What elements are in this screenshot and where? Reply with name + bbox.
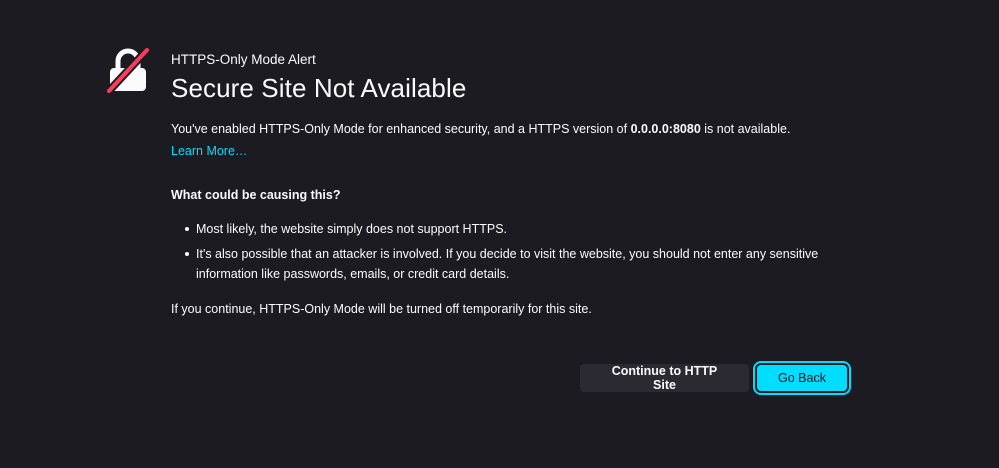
- description-text-before: You've enabled HTTPS-Only Mode for enhan…: [171, 122, 631, 136]
- causes-heading: What could be causing this?: [171, 188, 341, 202]
- alert-description: You've enabled HTTPS-Only Mode for enhan…: [171, 121, 851, 137]
- list-item: Most likely, the website simply does not…: [171, 219, 851, 239]
- alert-subtitle: HTTPS-Only Mode Alert: [171, 52, 316, 67]
- description-host: 0.0.0.0:8080: [630, 122, 701, 136]
- page-title: Secure Site Not Available: [171, 73, 467, 103]
- button-row: Continue to HTTP Site Go Back: [580, 361, 851, 395]
- description-text-after: is not available.: [700, 122, 791, 136]
- alert-content: HTTPS-Only Mode Alert Secure Site Not Av…: [171, 52, 851, 317]
- broken-lock-icon: [106, 47, 150, 93]
- learn-more-link[interactable]: Learn More…: [171, 143, 247, 159]
- https-only-error-page: HTTPS-Only Mode Alert Secure Site Not Av…: [0, 0, 999, 468]
- causes-list: Most likely, the website simply does not…: [171, 219, 851, 284]
- list-item: It's also possible that an attacker is i…: [171, 244, 851, 284]
- continue-to-http-button[interactable]: Continue to HTTP Site: [580, 364, 749, 392]
- go-back-button[interactable]: Go Back: [753, 361, 851, 395]
- footer-note: If you continue, HTTPS-Only Mode will be…: [171, 302, 592, 316]
